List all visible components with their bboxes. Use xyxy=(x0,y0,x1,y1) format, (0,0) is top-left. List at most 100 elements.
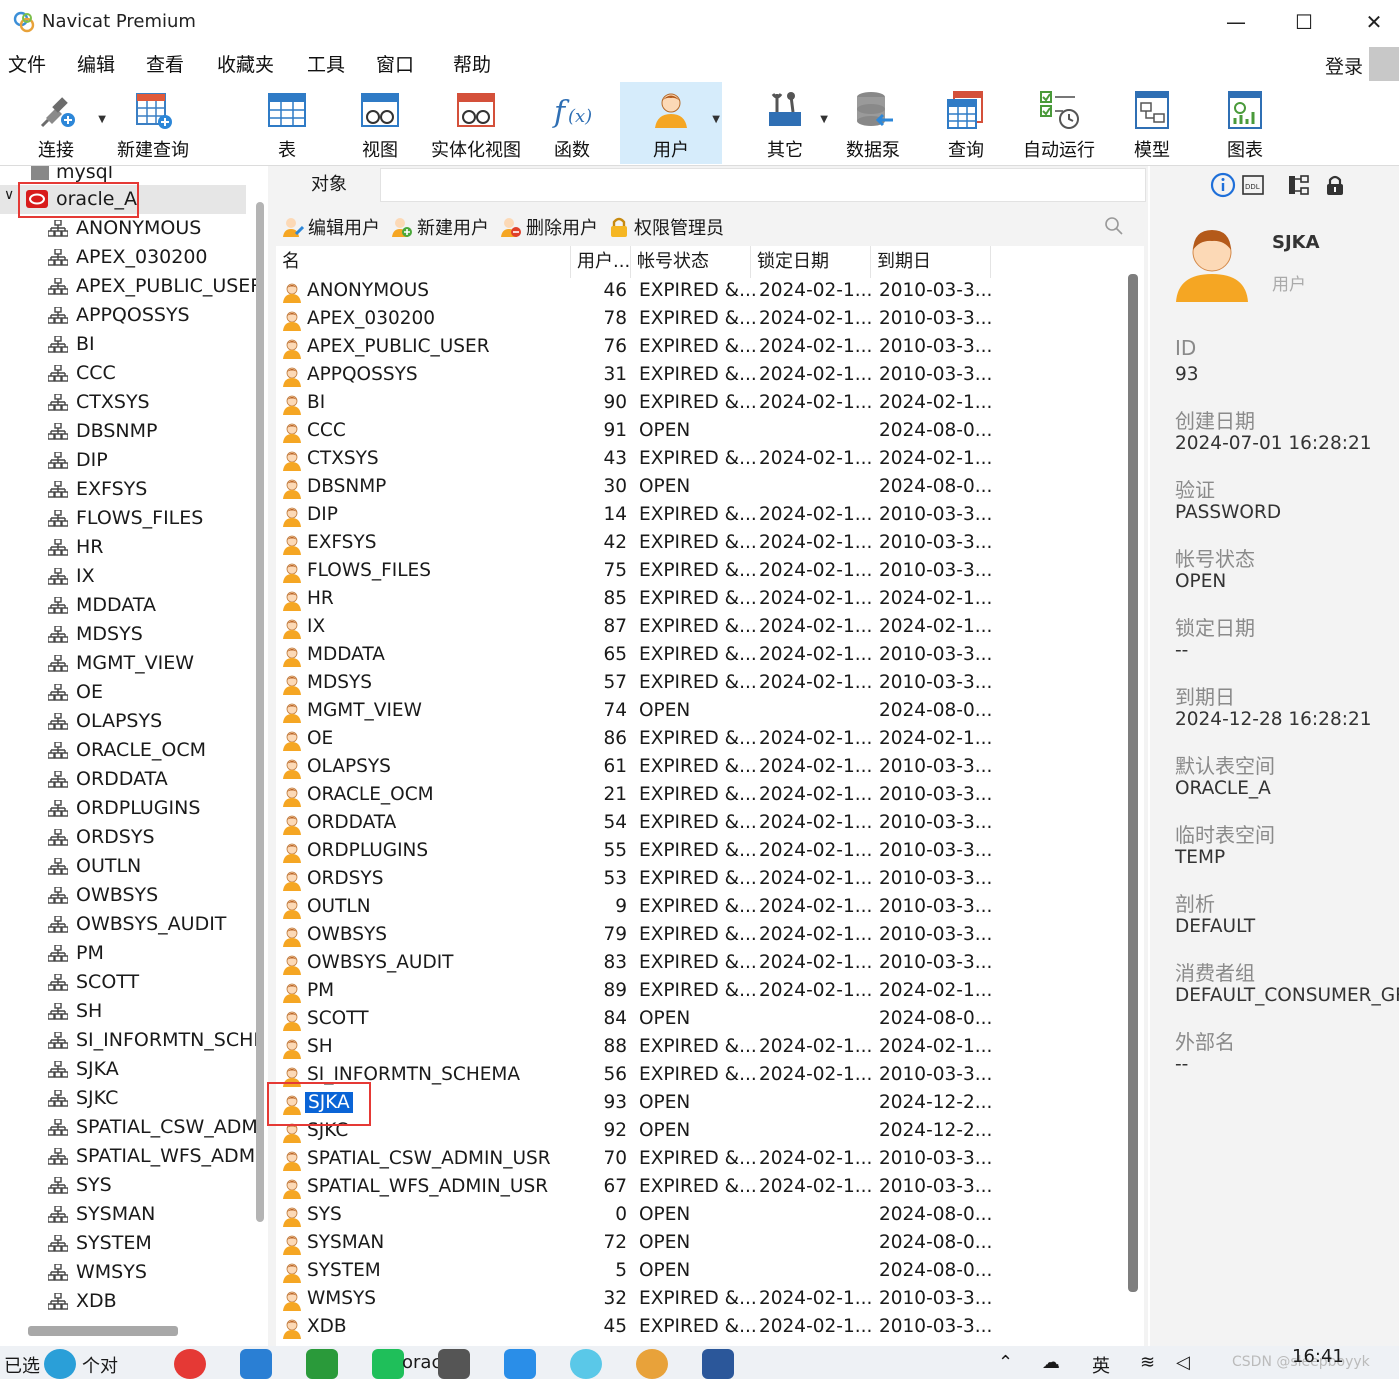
tree-schema-item[interactable]: APPQOSSYS xyxy=(0,301,250,330)
table-row[interactable]: IX87EXPIRED &...2024-02-1...2024-02-1... xyxy=(276,614,1126,642)
toolbar-function[interactable]: f (x) 函数 xyxy=(532,82,612,164)
feishu-app-icon[interactable] xyxy=(504,1349,536,1379)
volume-icon[interactable]: ◁ xyxy=(1176,1352,1190,1373)
toolbar-other[interactable]: 其它 ▼ xyxy=(740,82,830,164)
maximize-button[interactable]: ☐ xyxy=(1282,6,1326,38)
tree-schema-item[interactable]: SJKA xyxy=(0,1055,250,1084)
tree-schema-item[interactable]: OLAPSYS xyxy=(0,707,250,736)
tree-schema-item[interactable]: APEX_PUBLIC_USER xyxy=(0,272,250,301)
column-header-account-status[interactable]: 帐号状态 xyxy=(631,246,751,278)
chevron-down-icon[interactable]: ▼ xyxy=(712,114,720,125)
table-row[interactable]: SH88EXPIRED &...2024-02-1...2024-02-1... xyxy=(276,1034,1126,1062)
toolbar-chart[interactable]: 图表 xyxy=(1208,82,1282,164)
tree-schema-item[interactable]: DIP xyxy=(0,446,250,475)
table-row[interactable]: SJKC92OPEN2024-12-2... xyxy=(276,1118,1126,1146)
table-row[interactable]: BI90EXPIRED &...2024-02-1...2024-02-1... xyxy=(276,390,1126,418)
table-row[interactable]: APPQOSSYS31EXPIRED &...2024-02-1...2010-… xyxy=(276,362,1126,390)
chevron-down-icon[interactable]: ∨ xyxy=(4,187,14,203)
tree-schema-item[interactable]: FLOWS_FILES xyxy=(0,504,250,533)
tree-schema-item[interactable]: APEX_030200 xyxy=(0,243,250,272)
cloud-icon[interactable]: ☁ xyxy=(1042,1352,1060,1373)
table-row[interactable]: SYS0OPEN2024-08-0... xyxy=(276,1202,1126,1230)
toolbar-view[interactable]: 视图 xyxy=(340,82,420,164)
table-row[interactable]: OLAPSYS61EXPIRED &...2024-02-1...2010-03… xyxy=(276,754,1126,782)
tree-schema-item[interactable]: SYSMAN xyxy=(0,1200,250,1229)
tree-horizontal-scrollbar[interactable] xyxy=(28,1326,178,1336)
tree-schema-item[interactable]: DBSNMP xyxy=(0,417,250,446)
table-vertical-scrollbar[interactable] xyxy=(1128,274,1138,1292)
ime-indicator[interactable]: 英 xyxy=(1092,1352,1110,1378)
edit-user-button[interactable]: 编辑用户 xyxy=(282,214,380,240)
tree-schema-item[interactable]: SYSTEM xyxy=(0,1229,250,1258)
chrome-browser-icon[interactable] xyxy=(174,1349,206,1379)
tree-schema-item[interactable]: BI xyxy=(0,330,250,359)
table-row[interactable]: OWBSYS79EXPIRED &...2024-02-1...2010-03-… xyxy=(276,922,1126,950)
table-row[interactable]: OUTLN9EXPIRED &...2024-02-1...2010-03-3.… xyxy=(276,894,1126,922)
tree-vertical-scrollbar[interactable] xyxy=(256,202,264,1222)
tree-schema-item[interactable]: SPATIAL_CSW_ADM xyxy=(0,1113,250,1142)
table-row[interactable]: DIP14EXPIRED &...2024-02-1...2010-03-3..… xyxy=(276,502,1126,530)
toolbar-connect[interactable]: 连接 ▼ xyxy=(14,82,98,164)
tree-schema-item[interactable]: WMSYS xyxy=(0,1258,250,1287)
table-row[interactable]: SYSTEM5OPEN2024-08-0... xyxy=(276,1258,1126,1286)
table-row[interactable]: ORDSYS53EXPIRED &...2024-02-1...2010-03-… xyxy=(276,866,1126,894)
tree-schema-item[interactable]: OE xyxy=(0,678,250,707)
table-row[interactable]: ANONYMOUS46EXPIRED &...2024-02-1...2010-… xyxy=(276,278,1126,306)
table-row[interactable]: MDDATA65EXPIRED &...2024-02-1...2010-03-… xyxy=(276,642,1126,670)
tree-schema-item[interactable]: SJKC xyxy=(0,1084,250,1113)
column-header-name[interactable]: 名 xyxy=(276,246,571,278)
tree-schema-item[interactable]: ORDDATA xyxy=(0,765,250,794)
tree-schema-item[interactable]: ORACLE_OCM xyxy=(0,736,250,765)
new-user-button[interactable]: 新建用户 xyxy=(391,214,489,240)
tree-schema-item[interactable]: MDSYS xyxy=(0,620,250,649)
tree-schema-item[interactable]: CTXSYS xyxy=(0,388,250,417)
menu-edit[interactable]: 编辑 xyxy=(77,50,115,77)
table-row[interactable]: SJKA93OPEN2024-12-2... xyxy=(276,1090,1126,1118)
wifi-icon[interactable]: ≋ xyxy=(1140,1352,1155,1373)
table-row[interactable]: SPATIAL_WFS_ADMIN_USR67EXPIRED &...2024-… xyxy=(276,1174,1126,1202)
table-row[interactable]: WMSYS32EXPIRED &...2024-02-1...2010-03-3… xyxy=(276,1286,1126,1314)
table-row[interactable]: APEX_PUBLIC_USER76EXPIRED &...2024-02-1.… xyxy=(276,334,1126,362)
account-avatar-icon[interactable] xyxy=(1369,47,1399,81)
menu-file[interactable]: 文件 xyxy=(8,50,46,77)
table-row[interactable]: XDB45EXPIRED &...2024-02-1...2010-03-3..… xyxy=(276,1314,1126,1342)
table-row[interactable]: FLOWS_FILES75EXPIRED &...2024-02-1...201… xyxy=(276,558,1126,586)
close-button[interactable]: ✕ xyxy=(1352,6,1396,38)
clock[interactable]: 16:41 xyxy=(1292,1346,1344,1367)
tree-schema-item[interactable]: CCC xyxy=(0,359,250,388)
tree-schema-item[interactable]: IX xyxy=(0,562,250,591)
tree-schema-item[interactable]: HR xyxy=(0,533,250,562)
tree-schema-item[interactable]: OUTLN xyxy=(0,852,250,881)
dependency-icon[interactable] xyxy=(1286,172,1312,198)
tree-schema-item[interactable]: EXFSYS xyxy=(0,475,250,504)
tree-schema-item[interactable]: SI_INFORMTN_SCHI xyxy=(0,1026,250,1055)
table-row[interactable]: PM89EXPIRED &...2024-02-1...2024-02-1... xyxy=(276,978,1126,1006)
table-row[interactable]: HR85EXPIRED &...2024-02-1...2024-02-1... xyxy=(276,586,1126,614)
table-row[interactable]: CCC91OPEN2024-08-0... xyxy=(276,418,1126,446)
info-icon[interactable] xyxy=(1210,172,1236,198)
tree-schema-item[interactable]: SH xyxy=(0,997,250,1026)
search-icon[interactable] xyxy=(1104,216,1124,236)
tree-schema-item[interactable]: OWBSYS xyxy=(0,881,250,910)
store-app-icon[interactable] xyxy=(240,1349,272,1379)
login-link[interactable]: 登录 xyxy=(1325,52,1363,79)
toolbar-table[interactable]: 表 xyxy=(246,82,328,164)
table-row[interactable]: SI_INFORMTN_SCHEMA56EXPIRED &...2024-02-… xyxy=(276,1062,1126,1090)
table-row[interactable]: APEX_03020078EXPIRED &...2024-02-1...201… xyxy=(276,306,1126,334)
menu-view[interactable]: 查看 xyxy=(146,50,184,77)
table-row[interactable]: CTXSYS43EXPIRED &...2024-02-1...2024-02-… xyxy=(276,446,1126,474)
table-row[interactable]: ORDPLUGINS55EXPIRED &...2024-02-1...2010… xyxy=(276,838,1126,866)
tree-schema-item[interactable]: PM xyxy=(0,939,250,968)
delete-user-button[interactable]: 删除用户 xyxy=(500,214,598,240)
ddl-icon[interactable]: DDL xyxy=(1240,172,1266,198)
xbox-app-icon[interactable] xyxy=(306,1349,338,1379)
tree-schema-item[interactable]: ORDSYS xyxy=(0,823,250,852)
tab-objects[interactable]: 对象 xyxy=(280,166,378,204)
tree-schema-item[interactable]: OWBSYS_AUDIT xyxy=(0,910,250,939)
tree-schema-item[interactable]: XDB xyxy=(0,1287,250,1316)
toolbar-data-pump[interactable]: 数据泵 xyxy=(836,82,910,164)
menu-help[interactable]: 帮助 xyxy=(453,50,491,77)
toolbar-new-query[interactable]: 新建查询 xyxy=(108,82,198,164)
table-row[interactable]: OWBSYS_AUDIT83EXPIRED &...2024-02-1...20… xyxy=(276,950,1126,978)
table-row[interactable]: MGMT_VIEW74OPEN2024-08-0... xyxy=(276,698,1126,726)
